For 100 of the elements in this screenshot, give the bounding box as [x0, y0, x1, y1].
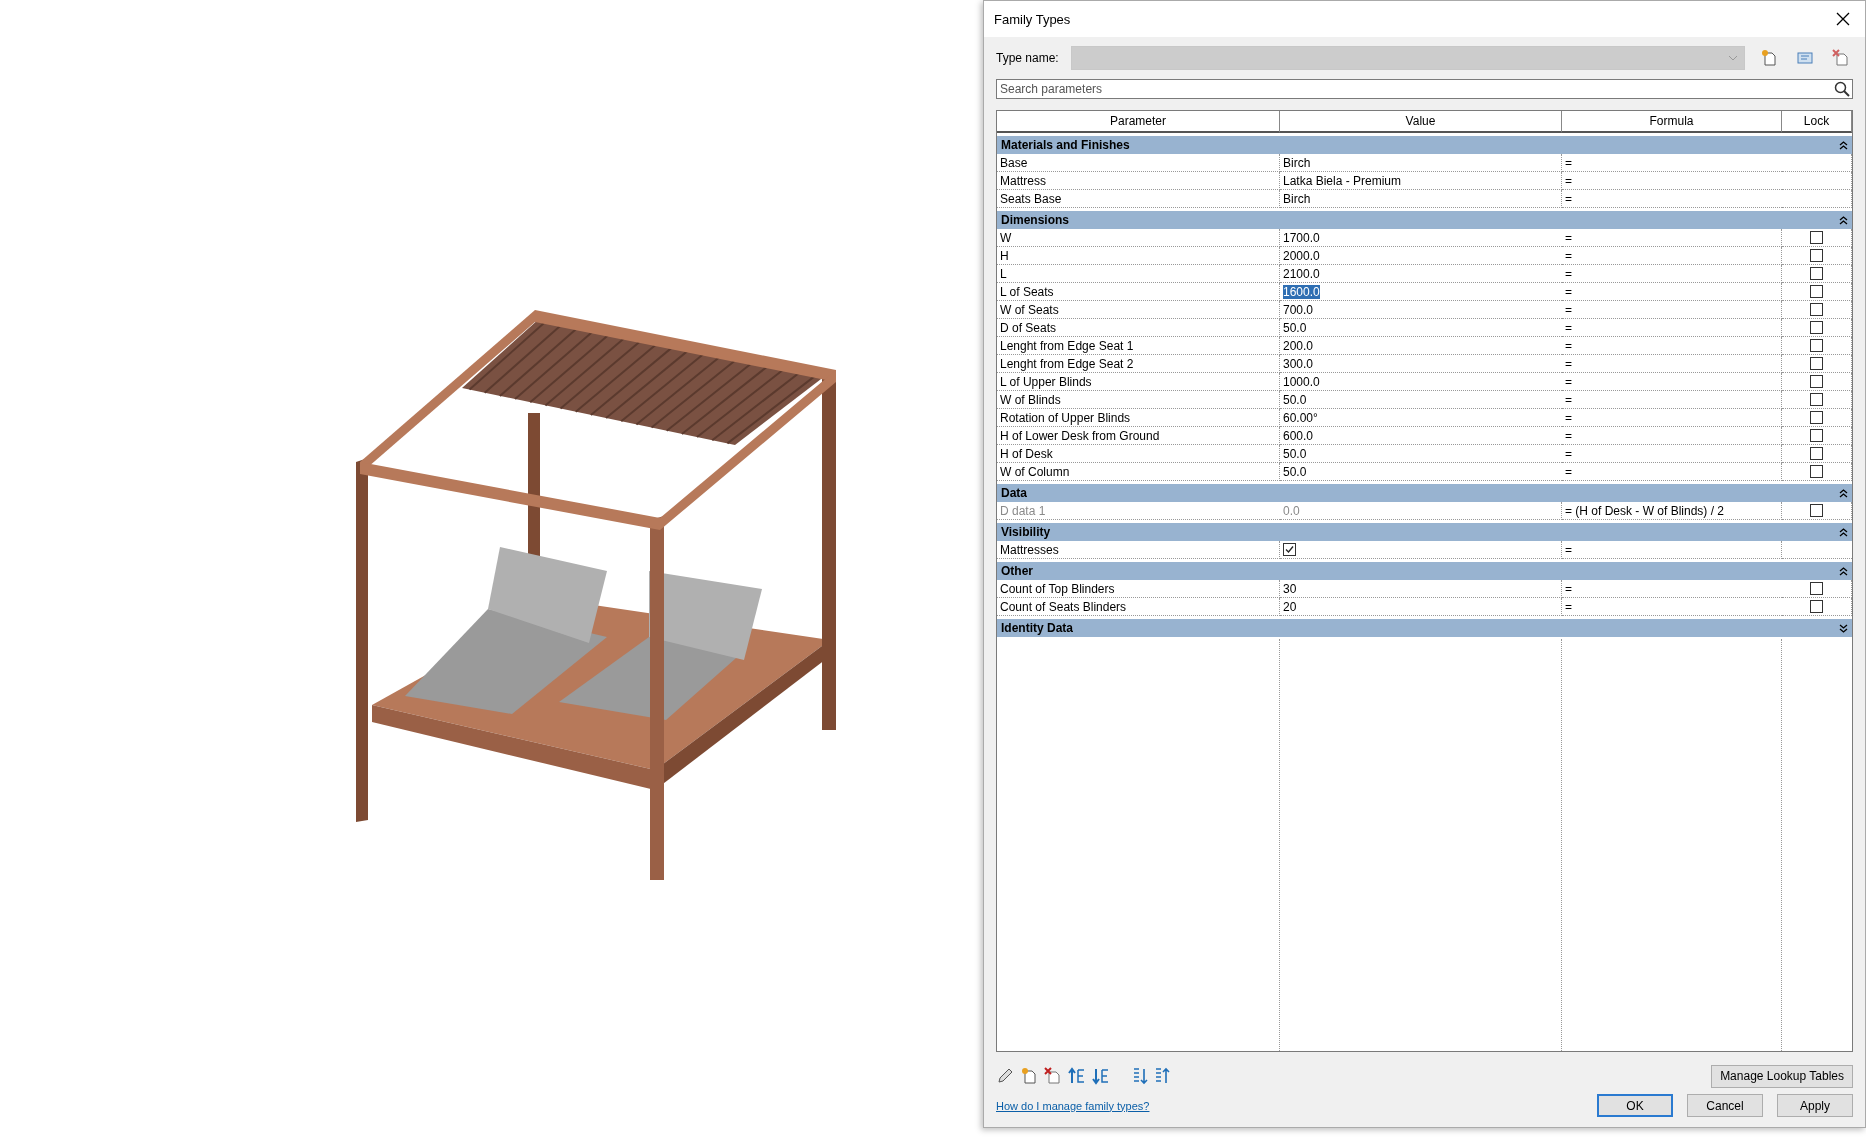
- value-cell[interactable]: 1600.0: [1283, 284, 1320, 299]
- new-parameter-icon[interactable]: [1020, 1067, 1038, 1085]
- close-icon[interactable]: [1836, 12, 1850, 26]
- formula-cell[interactable]: =: [1565, 173, 1572, 188]
- formula-cell[interactable]: =: [1565, 374, 1572, 389]
- move-up-icon[interactable]: [1068, 1067, 1086, 1085]
- formula-cell[interactable]: =: [1565, 464, 1572, 479]
- formula-cell[interactable]: =: [1565, 338, 1572, 353]
- lock-checkbox[interactable]: [1810, 429, 1823, 442]
- formula-cell[interactable]: =: [1565, 284, 1572, 299]
- formula-cell[interactable]: =: [1565, 266, 1572, 281]
- group-header[interactable]: Dimensions: [997, 211, 1852, 229]
- parameter-name: Mattress: [1000, 173, 1046, 188]
- formula-cell[interactable]: =: [1565, 191, 1572, 206]
- group-header[interactable]: Data: [997, 484, 1852, 502]
- parameter-name: W of Blinds: [1000, 392, 1061, 407]
- value-cell[interactable]: 20: [1283, 599, 1297, 614]
- parameter-name: D data 1: [1000, 503, 1046, 518]
- collapse-icon[interactable]: [1839, 488, 1848, 498]
- parameter-name: H of Lower Desk from Ground: [1000, 428, 1160, 443]
- value-cell[interactable]: 2000.0: [1283, 248, 1320, 263]
- collapse-icon[interactable]: [1839, 140, 1848, 150]
- value-cell[interactable]: 30: [1283, 581, 1297, 596]
- column-header[interactable]: Parameter: [997, 111, 1280, 133]
- value-cell[interactable]: 700.0: [1283, 302, 1314, 317]
- lock-checkbox[interactable]: [1810, 285, 1823, 298]
- ok-button[interactable]: OK: [1597, 1094, 1673, 1117]
- formula-cell[interactable]: =: [1565, 356, 1572, 371]
- lock-checkbox[interactable]: [1810, 321, 1823, 334]
- parameter-name: Rotation of Upper Blinds: [1000, 410, 1131, 425]
- expand-icon[interactable]: [1839, 623, 1848, 633]
- lock-checkbox[interactable]: [1810, 231, 1823, 244]
- parameter-name: Base: [1000, 155, 1028, 170]
- formula-cell[interactable]: =: [1565, 428, 1572, 443]
- value-cell[interactable]: 300.0: [1283, 356, 1314, 371]
- parameter-name: Seats Base: [1000, 191, 1062, 206]
- formula-cell[interactable]: =: [1565, 410, 1572, 425]
- group-title: Data: [1001, 486, 1027, 500]
- value-cell[interactable]: 1700.0: [1283, 230, 1320, 245]
- window-title: Family Types: [994, 11, 1071, 27]
- value-cell[interactable]: 60.00°: [1283, 410, 1318, 425]
- formula-cell[interactable]: =: [1565, 155, 1572, 170]
- group-title: Materials and Finishes: [1001, 138, 1130, 152]
- lock-checkbox[interactable]: [1810, 465, 1823, 478]
- group-header[interactable]: Identity Data: [997, 619, 1852, 637]
- group-header[interactable]: Visibility: [997, 523, 1852, 541]
- collapse-icon[interactable]: [1839, 527, 1848, 537]
- value-cell[interactable]: Latka Biela - Premium: [1283, 173, 1402, 188]
- formula-cell[interactable]: =: [1565, 302, 1572, 317]
- value-cell[interactable]: 50.0: [1283, 464, 1307, 479]
- lock-checkbox[interactable]: [1810, 339, 1823, 352]
- formula-cell[interactable]: =: [1565, 248, 1572, 263]
- group-header[interactable]: Other: [997, 562, 1852, 580]
- lock-checkbox[interactable]: [1810, 447, 1823, 460]
- value-cell[interactable]: 50.0: [1283, 446, 1307, 461]
- parameter-name: Lenght from Edge Seat 1: [1000, 338, 1134, 353]
- value-cell[interactable]: Birch: [1283, 191, 1311, 206]
- lock-checkbox[interactable]: [1810, 393, 1823, 406]
- formula-cell[interactable]: =: [1565, 392, 1572, 407]
- value-cell[interactable]: 1000.0: [1283, 374, 1320, 389]
- parameter-name: L of Seats: [1000, 284, 1054, 299]
- formula-cell[interactable]: =: [1565, 581, 1572, 596]
- value-cell[interactable]: 50.0: [1283, 392, 1307, 407]
- value-checkbox[interactable]: [1283, 543, 1296, 556]
- move-down-icon[interactable]: [1092, 1067, 1110, 1085]
- formula-cell[interactable]: =: [1565, 542, 1572, 557]
- group-header[interactable]: Materials and Finishes: [997, 136, 1852, 154]
- value-cell[interactable]: 200.0: [1283, 338, 1314, 353]
- search-field[interactable]: Search parameters: [996, 79, 1853, 99]
- formula-cell[interactable]: =: [1565, 320, 1572, 335]
- lock-checkbox[interactable]: [1810, 267, 1823, 280]
- apply-button[interactable]: Apply: [1777, 1094, 1853, 1117]
- sort-ascending-icon[interactable]: [1132, 1067, 1148, 1085]
- lock-checkbox[interactable]: [1810, 375, 1823, 388]
- value-cell[interactable]: Birch: [1283, 155, 1311, 170]
- formula-cell[interactable]: =: [1565, 599, 1572, 614]
- value-cell[interactable]: 50.0: [1283, 320, 1307, 335]
- collapse-icon[interactable]: [1839, 215, 1848, 225]
- lock-checkbox[interactable]: [1810, 600, 1823, 613]
- formula-cell[interactable]: =: [1565, 230, 1572, 245]
- parameter-name: L: [1000, 266, 1007, 281]
- lock-checkbox[interactable]: [1810, 582, 1823, 595]
- lock-checkbox[interactable]: [1810, 411, 1823, 424]
- value-cell[interactable]: 2100.0: [1283, 266, 1320, 281]
- manage-lookup-tables-button[interactable]: Manage Lookup Tables: [1711, 1064, 1853, 1088]
- column-header[interactable]: Lock: [1782, 111, 1852, 133]
- pencil-icon[interactable]: [996, 1067, 1014, 1085]
- column-header[interactable]: Formula: [1562, 111, 1782, 133]
- lock-checkbox[interactable]: [1810, 357, 1823, 370]
- collapse-icon[interactable]: [1839, 566, 1848, 576]
- formula-cell[interactable]: =: [1565, 446, 1572, 461]
- value-cell[interactable]: 600.0: [1283, 428, 1314, 443]
- delete-parameter-icon[interactable]: [1044, 1067, 1062, 1085]
- lock-checkbox[interactable]: [1810, 249, 1823, 262]
- lock-checkbox[interactable]: [1810, 303, 1823, 316]
- help-link[interactable]: How do I manage family types?: [996, 1099, 1150, 1112]
- column-header[interactable]: Value: [1280, 111, 1562, 133]
- search-icon[interactable]: [1834, 81, 1850, 97]
- sort-descending-icon[interactable]: [1154, 1067, 1170, 1085]
- cancel-button[interactable]: Cancel: [1687, 1094, 1763, 1117]
